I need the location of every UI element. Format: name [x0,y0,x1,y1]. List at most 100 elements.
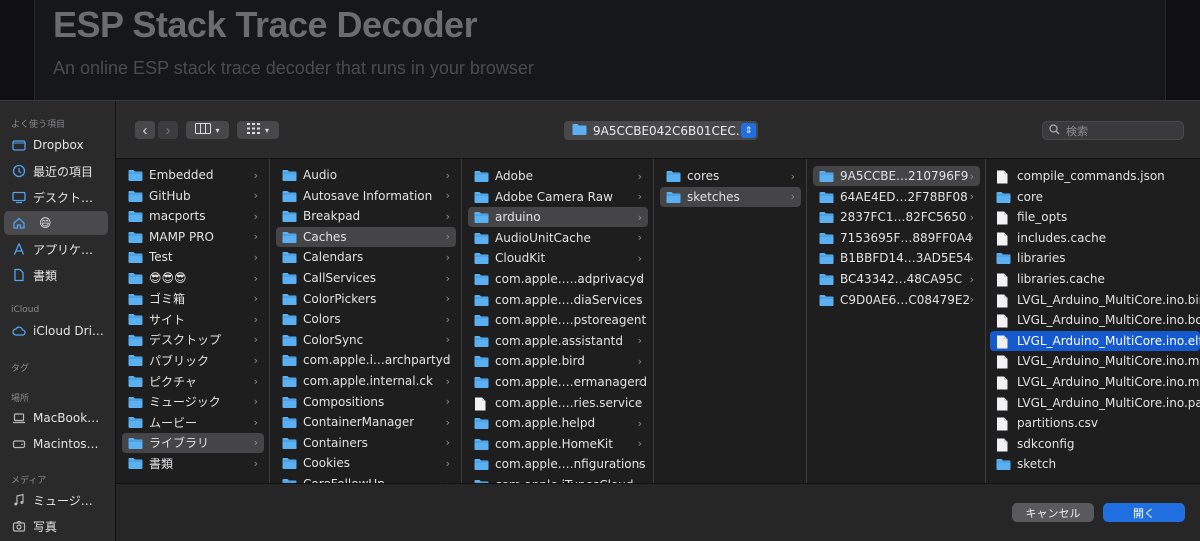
file-row[interactable]: LVGL_Arduino_MultiCore.ino.partitions.bi… [990,393,1200,413]
folder-row[interactable]: Breakpad › [276,206,456,226]
browser-column[interactable]: Embedded › GitHub › macports › MAMP PRO › Test › 😎… [116,159,270,483]
folder-row[interactable]: CloudKit › [468,248,648,268]
folder-row[interactable]: Embedded › [122,165,264,185]
folder-row[interactable]: com.apple.….adprivacyd › [468,269,648,289]
file-row[interactable]: libraries.cache [990,269,1200,289]
folder-row[interactable]: MAMP PRO › [122,227,264,247]
folder-row[interactable]: サイト › [122,309,264,329]
folder-row[interactable]: CoreFollowUp› [276,474,456,483]
folder-row[interactable]: 9A5CCBE…210796F9 › [813,166,980,186]
folder-row[interactable]: GitHub › [122,186,264,206]
folder-row[interactable]: Cookies › [276,453,456,473]
sidebar-item-home[interactable]: 😄 [4,211,108,235]
folder-row[interactable]: 書類 › [122,453,264,473]
folder-row[interactable]: 2837FC1…82FC5650 › [813,207,980,227]
folder-row[interactable]: AudioUnitCache › [468,228,648,248]
sidebar-item-music[interactable]: ミュージ… [4,488,108,512]
open-button[interactable]: 開く [1103,503,1185,522]
search-field[interactable]: 検索 [1042,121,1184,140]
browser-column[interactable]: compile_commands.json core file_opts includ… [986,159,1200,483]
folder-row[interactable]: Containers › [276,433,456,453]
folder-row[interactable]: libraries [990,248,1200,268]
folder-row[interactable]: ContainerManager › [276,412,456,432]
folder-row[interactable]: Compositions › [276,392,456,412]
folder-row[interactable]: Caches › [276,226,456,247]
folder-row[interactable]: Calendars › [276,247,456,267]
folder-row[interactable]: Audio › [276,165,456,185]
folder-row[interactable]: Autosave Information › [276,186,456,206]
folder-row[interactable]: cores › [660,166,801,186]
folder-row[interactable]: com.apple.…diaServices › [468,290,648,310]
folder-row[interactable]: Colors › [276,309,456,329]
folder-row[interactable]: com.apple.HomeKit › [468,434,648,454]
folder-row[interactable]: ゴミ箱 › [122,289,264,309]
folder-row[interactable]: Adobe Camera Raw › [468,187,648,207]
folder-row[interactable]: BC43342…48CA95C › [813,269,980,289]
folder-row[interactable]: com.apple.…nfigurations › [468,454,648,474]
folder-row[interactable]: com.apple.i…archpartyd › [276,350,456,370]
folder-row[interactable]: ピクチャ › [122,371,264,391]
group-button[interactable]: ▾ [237,121,279,139]
folder-row[interactable]: 7153695F…889FF0A4 › [813,228,980,248]
view-mode-button[interactable]: ▾ [186,121,229,139]
sidebar-item-macintosh-hd[interactable]: Macintos… [4,432,108,456]
folder-row[interactable]: Adobe › [468,166,648,186]
folder-row[interactable]: macports › [122,206,264,226]
sidebar-item-applications[interactable]: アプリケ… [4,237,108,261]
file-row[interactable]: com.apple.…ries.service › [468,393,648,413]
sidebar-item-dropbox[interactable]: Dropbox [4,133,108,157]
path-popup[interactable]: 9A5CCBE042C6B01CEC… ⇕ [564,121,758,140]
file-row[interactable]: LVGL_Arduino_MultiCore.ino.bootloader.bi… [990,310,1200,330]
sidebar-item-desktop[interactable]: デスクト… [4,185,108,209]
forward-button[interactable]: › [158,121,178,139]
sidebar-item-macbook[interactable]: MacBook… [4,406,108,430]
folder-row[interactable]: com.apple.…ermanagerd › [468,372,648,392]
folder-row[interactable]: B1BBFD14…3AD5E54 › [813,248,980,268]
folder-row[interactable]: com.apple.bird › [468,351,648,371]
folder-row[interactable]: sketches › [660,186,801,207]
folder-row[interactable]: sketch [990,454,1200,474]
folder-row[interactable]: ミュージック › [122,392,264,412]
sidebar-item-recents[interactable]: 最近の項目 [4,159,108,183]
folder-row[interactable]: com.apple.internal.ck › [276,371,456,391]
folder-row[interactable]: ライブラリ › [122,432,264,453]
folder-row[interactable]: core [990,187,1200,207]
folder-row[interactable]: arduino › [468,207,648,228]
back-button[interactable]: ‹ [135,121,155,139]
column-view-icon [195,123,212,137]
folder-row[interactable]: CallServices › [276,268,456,288]
file-row[interactable]: file_opts [990,207,1200,227]
file-row[interactable]: sdkconfig [990,434,1200,454]
folder-row[interactable]: ムービー › [122,412,264,432]
file-row[interactable]: LVGL_Arduino_MultiCore.ino.merged.bin [990,372,1200,392]
sidebar-item-icloud-drive[interactable]: iCloud Dri… [4,319,108,343]
folder-row[interactable]: デスクトップ › [122,330,264,350]
folder-row[interactable]: ColorSync › [276,330,456,350]
cancel-button[interactable]: キャンセル [1012,503,1094,522]
browser-column[interactable]: Audio › Autosave Information › Breakpad › Cach… [270,159,462,483]
folder-row[interactable]: パブリック › [122,350,264,370]
file-row[interactable]: LVGL_Arduino_MultiCore.ino.bin [990,290,1200,310]
folder-row[interactable]: ColorPickers › [276,289,456,309]
row-label: CloudKit [495,251,546,266]
folder-row[interactable]: C9D0AE6…C08479E2 › [813,290,980,310]
chevron-right-icon: › [253,312,258,326]
folder-row[interactable]: com.apple.iTunesCloud› [468,475,648,483]
file-row[interactable]: LVGL_Arduino_MultiCore.ino.map [990,351,1200,371]
sidebar-item-documents[interactable]: 書類 [4,263,108,287]
file-row[interactable]: LVGL_Arduino_MultiCore.ino.elf [990,330,1200,351]
folder-row[interactable]: 64AE4ED…2F78BF08 › [813,187,980,207]
folder-row[interactable]: com.apple.assistantd › [468,331,648,351]
folder-icon [819,273,834,285]
folder-row[interactable]: 😎😎😎 › [122,268,264,288]
folder-row[interactable]: com.apple.helpd › [468,413,648,433]
browser-column[interactable]: 9A5CCBE…210796F9 › 64AE4ED…2F78BF08 › 2837FC… [807,159,986,483]
file-row[interactable]: includes.cache [990,228,1200,248]
file-row[interactable]: compile_commands.json [990,166,1200,186]
sidebar-item-photos[interactable]: 写真 [4,514,108,538]
browser-column[interactable]: Adobe › Adobe Camera Raw › arduino › AudioUnit… [462,159,654,483]
folder-row[interactable]: com.apple.…pstoreagent › [468,310,648,330]
browser-column[interactable]: cores › sketches › [654,159,807,483]
file-row[interactable]: partitions.csv [990,413,1200,433]
folder-row[interactable]: Test › [122,247,264,267]
